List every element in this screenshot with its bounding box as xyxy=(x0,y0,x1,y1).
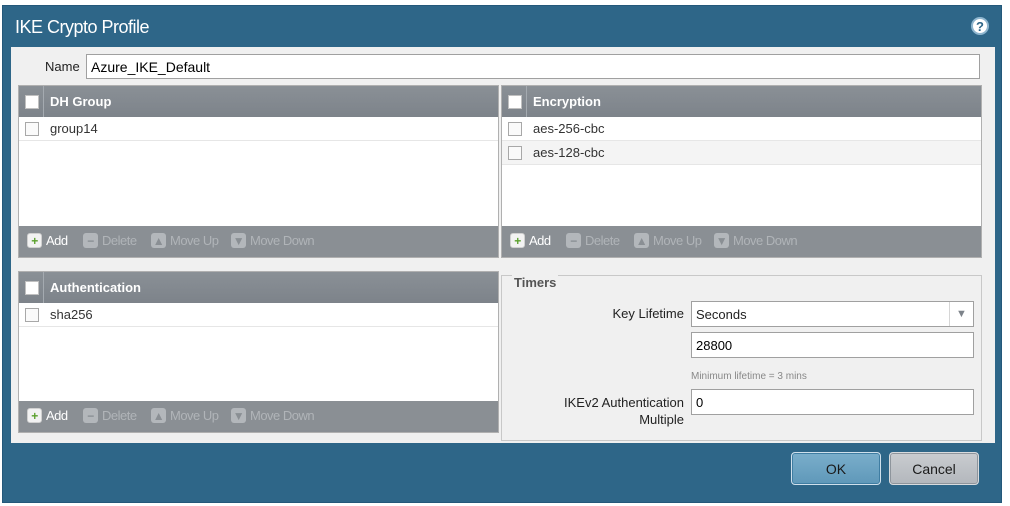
move-up-label: Move Up xyxy=(170,408,219,423)
ikev2-label-line2: Multiple xyxy=(639,412,684,427)
list-item[interactable]: group14 xyxy=(19,117,498,141)
timers-fieldset: Timers Key Lifetime Seconds ▼ Minimum li… xyxy=(501,275,982,441)
timers-title: Timers xyxy=(512,275,559,290)
encryption-item-label: aes-128-cbc xyxy=(533,145,605,160)
row-checkbox[interactable] xyxy=(508,122,522,136)
row-checkbox[interactable] xyxy=(25,308,39,322)
dh-group-list: group14 xyxy=(19,117,498,141)
dh-group-select-all-checkbox[interactable] xyxy=(25,95,39,109)
authentication-move-up-button[interactable]: ▲ Move Up xyxy=(151,408,219,423)
key-lifetime-label: Key Lifetime xyxy=(612,306,684,321)
key-lifetime-unit-value: Seconds xyxy=(696,307,747,322)
arrow-up-icon: ▲ xyxy=(151,408,166,423)
key-lifetime-unit-select[interactable]: Seconds ▼ xyxy=(691,301,974,327)
dh-group-move-up-button[interactable]: ▲ Move Up xyxy=(151,233,219,248)
dh-group-item-label: group14 xyxy=(50,121,98,136)
add-icon: + xyxy=(27,408,42,423)
encryption-panel: Encryption aes-256-cbc aes-128-cbc + Add … xyxy=(501,85,982,258)
encryption-list: aes-256-cbc aes-128-cbc xyxy=(502,117,981,165)
authentication-panel: Authentication sha256 + Add − Delete ▲ Move… xyxy=(18,271,499,433)
header-divider xyxy=(43,272,44,303)
encryption-item-label: aes-256-cbc xyxy=(533,121,605,136)
ikev2-label-line1: IKEv2 Authentication xyxy=(564,395,684,410)
ike-crypto-profile-dialog: IKE Crypto Profile ? Name DH Group group… xyxy=(2,5,1002,503)
authentication-add-button[interactable]: + Add xyxy=(27,408,68,423)
add-label: Add xyxy=(46,233,68,248)
dh-group-add-button[interactable]: + Add xyxy=(27,233,68,248)
row-checkbox[interactable] xyxy=(25,122,39,136)
dialog-body: Name DH Group group14 +Add −Delete ▲Move… xyxy=(11,47,995,443)
header-divider xyxy=(526,86,527,117)
encryption-header-label: Encryption xyxy=(533,94,601,109)
delete-label: Delete xyxy=(102,233,137,248)
authentication-header-label: Authentication xyxy=(50,280,141,295)
authentication-list: sha256 xyxy=(19,303,498,327)
ikev2-auth-multiple-label: IKEv2 Authentication Multiple xyxy=(564,394,684,428)
delete-label: Delete xyxy=(102,408,137,423)
list-item[interactable]: aes-128-cbc xyxy=(502,141,981,165)
arrow-up-icon: ▲ xyxy=(634,233,649,248)
encryption-select-all-checkbox[interactable] xyxy=(508,95,522,109)
authentication-select-all-checkbox[interactable] xyxy=(25,281,39,295)
ikev2-auth-multiple-input[interactable] xyxy=(691,389,974,415)
authentication-move-down-button[interactable]: ▼ Move Down xyxy=(231,408,315,423)
dialog-titlebar: IKE Crypto Profile ? xyxy=(3,6,1001,48)
dh-group-header: DH Group xyxy=(19,86,498,117)
name-label: Name xyxy=(45,59,80,74)
encryption-delete-button[interactable]: − Delete xyxy=(566,233,620,248)
add-icon: + xyxy=(27,233,42,248)
help-icon[interactable]: ? xyxy=(971,17,989,35)
cancel-button[interactable]: Cancel xyxy=(889,452,979,485)
arrow-up-icon: ▲ xyxy=(151,233,166,248)
dh-group-delete-button[interactable]: − Delete xyxy=(83,233,137,248)
move-down-label: Move Down xyxy=(733,233,798,248)
dh-group-move-down-button[interactable]: ▼ Move Down xyxy=(231,233,315,248)
encryption-move-up-button[interactable]: ▲ Move Up xyxy=(634,233,702,248)
add-label: Add xyxy=(46,408,68,423)
header-divider xyxy=(43,86,44,117)
encryption-move-down-button[interactable]: ▼ Move Down xyxy=(714,233,798,248)
key-lifetime-input[interactable] xyxy=(691,332,974,358)
add-label: Add xyxy=(529,233,551,248)
add-icon: + xyxy=(510,233,525,248)
dh-group-header-label: DH Group xyxy=(50,94,112,109)
delete-icon: − xyxy=(83,408,98,423)
arrow-down-icon: ▼ xyxy=(231,233,246,248)
move-down-label: Move Down xyxy=(250,233,315,248)
arrow-down-icon: ▼ xyxy=(231,408,246,423)
authentication-toolbar: + Add − Delete ▲ Move Up ▼ Move Down xyxy=(19,401,498,432)
dialog-title: IKE Crypto Profile xyxy=(15,17,150,37)
dh-group-toolbar: + Add − Delete ▲ Move Up ▼ Move Down xyxy=(19,226,498,257)
delete-label: Delete xyxy=(585,233,620,248)
encryption-add-button[interactable]: + Add xyxy=(510,233,551,248)
authentication-item-label: sha256 xyxy=(50,307,93,322)
key-lifetime-hint: Minimum lifetime = 3 mins xyxy=(691,371,807,382)
move-up-label: Move Up xyxy=(170,233,219,248)
name-input[interactable] xyxy=(86,54,980,79)
encryption-toolbar: + Add − Delete ▲ Move Up ▼ Move Down xyxy=(502,226,981,257)
authentication-delete-button[interactable]: − Delete xyxy=(83,408,137,423)
chevron-down-icon[interactable]: ▼ xyxy=(949,302,973,326)
move-down-label: Move Down xyxy=(250,408,315,423)
list-item[interactable]: sha256 xyxy=(19,303,498,327)
delete-icon: − xyxy=(566,233,581,248)
list-item[interactable]: aes-256-cbc xyxy=(502,117,981,141)
authentication-header: Authentication xyxy=(19,272,498,303)
delete-icon: − xyxy=(83,233,98,248)
ok-button[interactable]: OK xyxy=(791,452,881,485)
move-up-label: Move Up xyxy=(653,233,702,248)
dh-group-panel: DH Group group14 + Add − Delete ▲ Move Up ▼… xyxy=(18,85,499,258)
arrow-down-icon: ▼ xyxy=(714,233,729,248)
encryption-header: Encryption xyxy=(502,86,981,117)
row-checkbox[interactable] xyxy=(508,146,522,160)
